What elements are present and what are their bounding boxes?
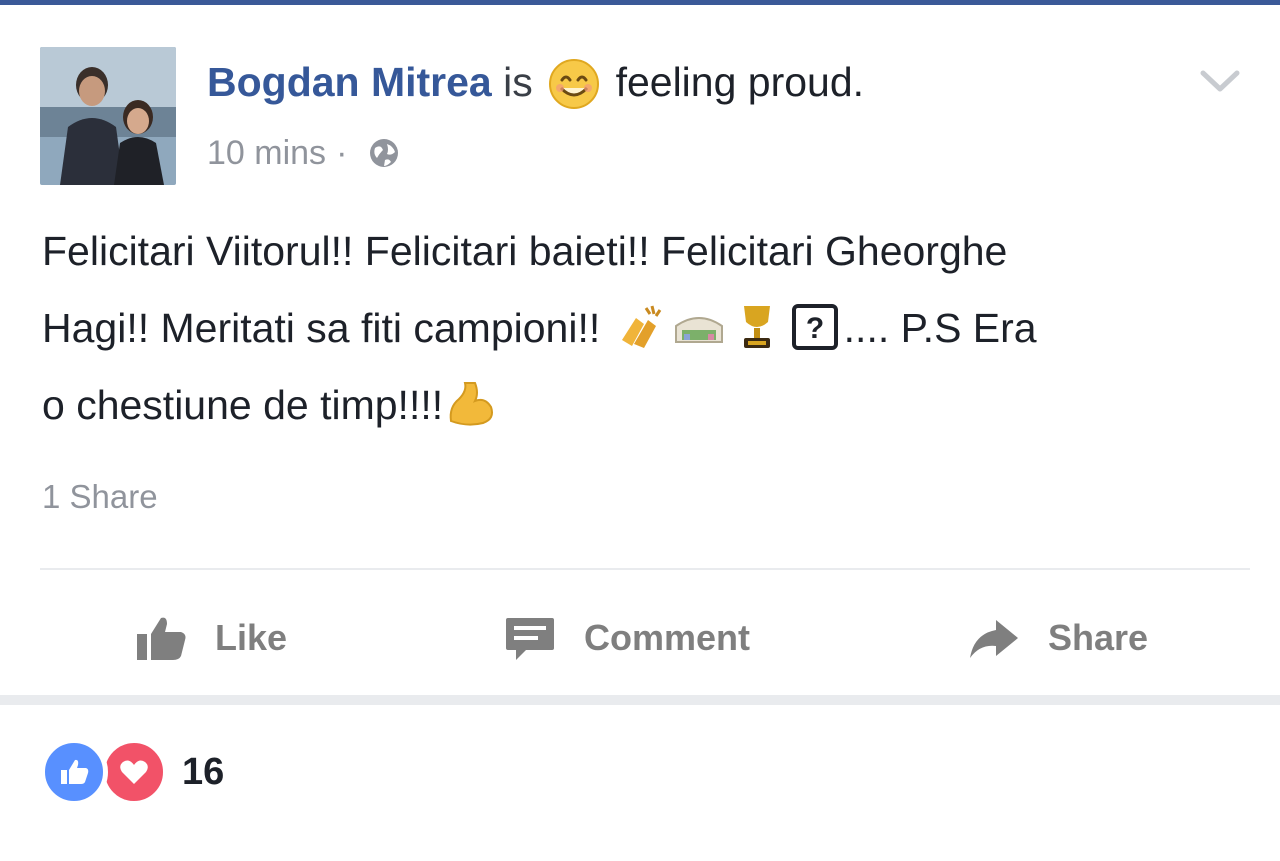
actions-divider [40, 568, 1250, 570]
smiling-face-icon [549, 59, 600, 109]
globe-icon[interactable] [367, 136, 401, 170]
feeling-text[interactable]: feeling proud. [616, 59, 864, 105]
clapping-hands-icon [621, 305, 661, 348]
post-text-line-2-end: .... P.S Era [843, 305, 1037, 351]
share-label: Share [1048, 617, 1149, 658]
post-text: Felicitari Viitorul!! Felicitari baieti!… [42, 213, 1242, 444]
trophy-icon [743, 306, 770, 348]
post-actions: Like Comment Share [0, 600, 1280, 680]
like-label: Like [215, 617, 288, 658]
comment-button[interactable]: Comment [502, 600, 750, 676]
unknown-char-icon: ? [791, 304, 838, 350]
section-separator [0, 695, 1280, 705]
comment-label: Comment [584, 617, 751, 658]
reaction-count[interactable]: 16 [182, 751, 224, 794]
author-avatar[interactable] [40, 47, 176, 185]
svg-text:?: ? [805, 312, 823, 345]
post-meta: 10 mins · [207, 131, 401, 175]
stadium-icon [674, 317, 723, 343]
share-arrow-icon [970, 620, 1018, 658]
share-count[interactable]: 1 Share [42, 475, 158, 519]
love-reaction-icon [100, 738, 168, 806]
post-text-line-2-start: Hagi!! Meritati sa fiti campioni!! [42, 305, 601, 351]
post-header: Bogdan Mitrea is feeling proud. [207, 57, 864, 110]
chevron-down-icon[interactable] [1195, 65, 1245, 99]
post-timestamp[interactable]: 10 mins [207, 134, 326, 172]
post-text-line-3-text: o chestiune de timp!!!! [42, 382, 444, 428]
meta-separator: · [336, 134, 348, 172]
reactions-summary[interactable]: 16 [40, 738, 224, 806]
like-button[interactable]: Like [133, 600, 287, 676]
author-name[interactable]: Bogdan Mitrea [207, 59, 492, 105]
post-text-line-1: Felicitari Viitorul!! Felicitari baieti!… [42, 228, 1008, 274]
post-text-line-3: o chestiune de timp!!!! [42, 367, 1242, 444]
thumbs-up-icon [137, 617, 186, 660]
feeling-connector: is [503, 59, 533, 105]
comment-bubble-icon [506, 618, 554, 660]
post-card: Bogdan Mitrea is feeling proud. 10 mins ·… [0, 5, 1280, 695]
post-text-line-2: Hagi!! Meritati sa fiti campioni!! ? ...… [42, 290, 1242, 367]
like-reaction-icon [40, 738, 108, 806]
share-button[interactable]: Share [966, 600, 1148, 676]
flexed-biceps-icon [449, 382, 494, 426]
